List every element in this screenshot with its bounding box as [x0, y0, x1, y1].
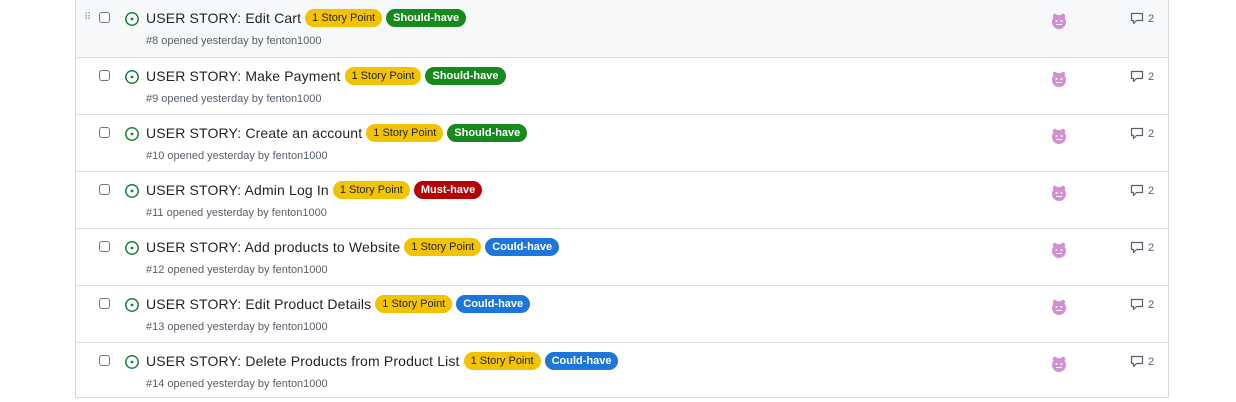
label-priority[interactable]: Should-have: [425, 67, 506, 85]
drag-handle-icon[interactable]: ⠿: [84, 12, 92, 24]
assignee-avatar-icon[interactable]: [1050, 184, 1068, 202]
comments-link[interactable]: 2: [1130, 184, 1154, 197]
issue-checkbox[interactable]: [99, 355, 110, 366]
issue-meta: #12 opened yesterday by fenton1000: [146, 264, 328, 276]
comment-count: 2: [1148, 127, 1155, 140]
issue-open-icon: [125, 127, 139, 141]
comments-link[interactable]: 2: [1130, 241, 1154, 254]
assignee-avatar-icon[interactable]: [1050, 12, 1068, 30]
issue-row[interactable]: USER STORY: Delete Products from Product…: [76, 342, 1168, 399]
comment-icon: [1130, 241, 1144, 254]
comment-count: 2: [1148, 184, 1155, 197]
issue-title-link[interactable]: USER STORY: Make Payment: [146, 66, 341, 86]
issue-row[interactable]: ⠿ USER STORY: Edit Cart 1 Story Point Sh…: [76, 0, 1168, 57]
issue-meta: #9 opened yesterday by fenton1000: [146, 93, 322, 105]
issue-row[interactable]: USER STORY: Add products to Website 1 St…: [76, 228, 1168, 285]
issue-meta: #8 opened yesterday by fenton1000: [146, 35, 322, 47]
issue-title-link[interactable]: USER STORY: Delete Products from Product…: [146, 351, 460, 371]
assignee-avatar-icon[interactable]: [1050, 355, 1068, 373]
issue-open-icon: [125, 298, 139, 312]
issue-title-link[interactable]: USER STORY: Edit Cart: [146, 8, 301, 28]
label-story-point[interactable]: 1 Story Point: [404, 238, 482, 256]
issue-title-link[interactable]: USER STORY: Add products to Website: [146, 237, 400, 257]
comments-link[interactable]: 2: [1130, 298, 1154, 311]
issue-meta: #14 opened yesterday by fenton1000: [146, 378, 328, 390]
issue-row[interactable]: USER STORY: Create an account 1 Story Po…: [76, 114, 1168, 171]
issue-title-link[interactable]: USER STORY: Edit Product Details: [146, 294, 371, 314]
label-story-point[interactable]: 1 Story Point: [332, 181, 410, 199]
issue-row[interactable]: USER STORY: Edit Product Details 1 Story…: [76, 285, 1168, 342]
assignee-avatar-icon[interactable]: [1050, 127, 1068, 145]
issue-title-link[interactable]: USER STORY: Create an account: [146, 123, 362, 143]
issue-open-icon: [125, 184, 139, 198]
label-priority[interactable]: Could-have: [456, 295, 531, 313]
comment-icon: [1130, 127, 1144, 140]
issue-open-icon: [125, 70, 139, 84]
comment-icon: [1130, 355, 1144, 368]
label-priority[interactable]: Should-have: [386, 9, 467, 27]
issue-open-icon: [125, 355, 139, 369]
issue-title-link[interactable]: USER STORY: Admin Log In: [146, 180, 329, 200]
issue-open-icon: [125, 12, 139, 26]
label-story-point[interactable]: 1 Story Point: [366, 124, 444, 142]
issue-checkbox[interactable]: [99, 184, 110, 195]
issue-meta: #10 opened yesterday by fenton1000: [146, 150, 328, 162]
label-story-point[interactable]: 1 Story Point: [375, 295, 453, 313]
assignee-avatar-icon[interactable]: [1050, 298, 1068, 316]
label-story-point[interactable]: 1 Story Point: [305, 9, 383, 27]
issue-checkbox[interactable]: [99, 298, 110, 309]
label-priority[interactable]: Could-have: [544, 352, 619, 370]
issue-checkbox[interactable]: [99, 12, 110, 23]
comment-count: 2: [1148, 355, 1155, 368]
comment-count: 2: [1148, 12, 1155, 25]
comments-link[interactable]: 2: [1130, 70, 1154, 83]
assignee-avatar-icon[interactable]: [1050, 70, 1068, 88]
comment-icon: [1130, 298, 1144, 311]
label-story-point[interactable]: 1 Story Point: [344, 67, 422, 85]
issue-meta: #11 opened yesterday by fenton1000: [146, 207, 327, 219]
comment-icon: [1130, 12, 1144, 25]
issue-open-icon: [125, 241, 139, 255]
comment-count: 2: [1148, 298, 1155, 311]
issue-checkbox[interactable]: [99, 241, 110, 252]
label-priority[interactable]: Must-have: [413, 181, 483, 199]
issue-meta: #13 opened yesterday by fenton1000: [146, 321, 328, 333]
comment-icon: [1130, 184, 1144, 197]
comments-link[interactable]: 2: [1130, 355, 1154, 368]
comment-count: 2: [1148, 70, 1155, 83]
label-priority[interactable]: Could-have: [485, 238, 560, 256]
comments-link[interactable]: 2: [1130, 12, 1154, 25]
label-story-point[interactable]: 1 Story Point: [463, 352, 541, 370]
comments-link[interactable]: 2: [1130, 127, 1154, 140]
issue-checkbox[interactable]: [99, 127, 110, 138]
issue-list: ⠿ USER STORY: Edit Cart 1 Story Point Sh…: [75, 0, 1169, 398]
issue-checkbox[interactable]: [99, 70, 110, 81]
label-priority[interactable]: Should-have: [447, 124, 528, 142]
issue-row[interactable]: USER STORY: Admin Log In 1 Story Point M…: [76, 171, 1168, 228]
assignee-avatar-icon[interactable]: [1050, 241, 1068, 259]
comment-icon: [1130, 70, 1144, 83]
issue-row[interactable]: USER STORY: Make Payment 1 Story Point S…: [76, 57, 1168, 114]
comment-count: 2: [1148, 241, 1155, 254]
